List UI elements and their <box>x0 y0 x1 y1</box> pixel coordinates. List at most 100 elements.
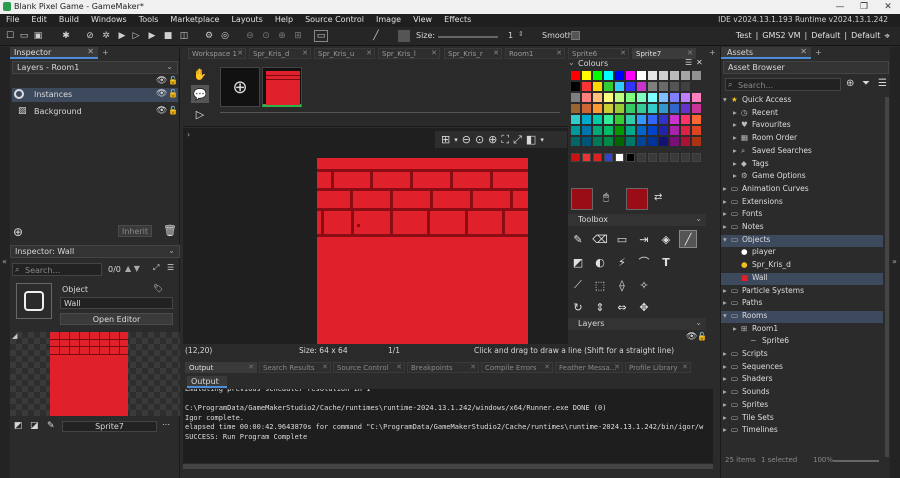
tab-close-icon[interactable]: ✕ <box>556 49 562 57</box>
lasso-icon[interactable]: ⟠ <box>613 276 631 294</box>
new-icon[interactable]: ☐ <box>4 30 16 42</box>
package-icon[interactable]: ◫ <box>178 30 190 42</box>
output-tab-source-control[interactable]: Source Control ✕ <box>333 362 405 373</box>
chevron-down-icon[interactable]: ▾ <box>723 95 731 104</box>
assets-close-icon[interactable]: ✕ <box>800 47 807 56</box>
assets-menu-icon[interactable]: ☰ <box>878 78 887 89</box>
collapse-icon[interactable]: ⌄ <box>568 58 575 67</box>
tree-folder-objects[interactable]: ▾ ▭ Objects <box>721 234 883 247</box>
debug-run-icon[interactable]: ✲ <box>100 30 112 42</box>
chevron-right-icon[interactable]: ▸ <box>723 222 731 231</box>
hand-icon[interactable]: ✋ <box>191 65 209 83</box>
menu-layouts[interactable]: Layouts <box>231 15 262 24</box>
visibility-icon[interactable]: 👁 <box>156 106 167 116</box>
tree-room-sprite6[interactable]: ─ Sprite6 <box>721 336 883 348</box>
colour-swatch[interactable] <box>604 115 613 124</box>
colour-swatch[interactable] <box>604 126 613 135</box>
menu-edit[interactable]: Edit <box>31 15 47 24</box>
colour-swatch[interactable] <box>692 126 701 135</box>
menu-marketplace[interactable]: Marketplace <box>170 15 219 24</box>
sprite-select[interactable]: Sprite7 <box>62 421 157 432</box>
colour-swatch[interactable] <box>659 104 668 113</box>
zoom-in-icon[interactable]: ⊕ <box>276 30 288 42</box>
chevron-right-icon[interactable]: ▸ <box>723 362 731 371</box>
colour-swatch[interactable] <box>670 93 679 102</box>
colour-swatch[interactable] <box>681 137 690 146</box>
colour-swatch[interactable] <box>659 115 668 124</box>
empty-colour-slot[interactable] <box>659 153 668 162</box>
colour-swatch[interactable] <box>615 137 624 146</box>
size-slider[interactable] <box>438 36 498 38</box>
expand-arrow-icon[interactable]: › <box>187 130 190 139</box>
target-icon[interactable]: ◎ <box>219 30 231 42</box>
pencil-tool-icon[interactable]: ╱ <box>370 30 382 42</box>
chevron-right-icon[interactable]: ▸ <box>723 184 731 193</box>
colours-close-icon[interactable]: ✕ <box>696 58 703 67</box>
asset-search-input[interactable]: ⌕ Search... <box>725 78 841 91</box>
tree-folder-tile-sets[interactable]: ▸ ▭ Tile Sets <box>721 413 883 425</box>
menu-build[interactable]: Build <box>59 15 79 24</box>
menu-windows[interactable]: Windows <box>91 15 127 24</box>
colour-swatch[interactable] <box>615 126 624 135</box>
colour-swatch[interactable] <box>659 137 668 146</box>
colour-swatch[interactable] <box>626 71 635 80</box>
gradient-icon[interactable]: ◩ <box>569 253 587 271</box>
chevron-right-icon[interactable]: ▸ <box>723 400 731 409</box>
swap-colours-icon[interactable]: ⇄ <box>654 192 662 203</box>
layer-row-instances[interactable]: Instances 👁 🔓 <box>12 88 178 102</box>
colour-swatch[interactable] <box>593 126 602 135</box>
colour-swatch[interactable] <box>582 93 591 102</box>
recent-colour-swatch[interactable] <box>604 153 613 162</box>
tab-close-icon[interactable]: ✕ <box>302 49 308 57</box>
tree-folder-sprites[interactable]: ▸ ▭ Sprites <box>721 400 883 412</box>
tree-folder-paths[interactable]: ▸ ▭ Paths <box>721 298 883 310</box>
assets-add-tab-icon[interactable]: + <box>815 48 822 57</box>
colour-swatch[interactable] <box>571 71 580 80</box>
tree-folder-scripts[interactable]: ▸ ▭ Scripts <box>721 349 883 361</box>
colour-swatch[interactable] <box>626 104 635 113</box>
chevron-down-icon[interactable]: ⌄ <box>695 214 702 223</box>
colour-swatch[interactable] <box>626 126 635 135</box>
chevron-right-icon[interactable]: ▸ <box>723 374 731 383</box>
clean-icon[interactable]: ⊘ <box>84 30 96 42</box>
target-name[interactable]: Test <box>736 31 752 42</box>
colour-swatch[interactable] <box>593 104 602 113</box>
colour-swatch[interactable] <box>604 71 613 80</box>
layer-row-background[interactable]: ▨ Background 👁 🔓 <box>12 105 178 119</box>
minimize-icon[interactable]: — <box>828 0 852 14</box>
visibility-icon[interactable]: 👁 <box>156 89 167 99</box>
stop-icon[interactable]: ■ <box>162 30 174 42</box>
tree-room-room1[interactable]: ▸ ⊞ Room1 <box>721 324 883 336</box>
tab-close-icon[interactable]: ✕ <box>237 49 243 57</box>
sprite-options-icon[interactable]: ⋯ <box>162 420 170 429</box>
colour-swatch[interactable] <box>615 104 624 113</box>
canvas-area[interactable]: › ⊞ ▾ ⊖ ⊙ ⊕ ⛶ ⤢ ◧ ▾ <box>183 128 568 344</box>
add-frame-button[interactable]: ⊕ <box>220 67 260 107</box>
size-value[interactable]: 1 <box>508 31 513 40</box>
vm-name[interactable]: GMS2 VM <box>762 31 800 42</box>
tree-recent[interactable]: ▸ ◷ Recent <box>721 108 883 120</box>
menu-source-control[interactable]: Source Control <box>305 15 364 24</box>
arrow-up-icon[interactable]: ▲ ▼ <box>125 264 140 273</box>
inspector-add-tab-icon[interactable]: + <box>102 48 109 57</box>
add-layer-icon[interactable]: ⊕ <box>13 225 23 239</box>
menu-effects[interactable]: Effects <box>444 15 471 24</box>
chevron-right-icon[interactable]: ▸ <box>733 133 741 142</box>
colour-swatch[interactable] <box>615 82 624 91</box>
add-asset-icon[interactable]: ⊕ <box>846 78 854 89</box>
colour-swatch[interactable] <box>582 137 591 146</box>
config-1[interactable]: Default <box>811 31 840 42</box>
move-icon[interactable]: ✥ <box>635 298 653 316</box>
tree-object-wall[interactable]: ■ Wall <box>721 272 883 285</box>
inspector-search-input[interactable]: ⌕ Search... <box>12 263 102 276</box>
colour-swatch[interactable] <box>604 93 613 102</box>
colour-swatch[interactable] <box>659 71 668 80</box>
colour-swatch[interactable] <box>670 82 679 91</box>
tree-game-options[interactable]: ▸ ⚙ Game Options <box>721 171 883 183</box>
colours-menu-icon[interactable]: ☰ <box>685 58 692 67</box>
lock-icon[interactable]: 🔓 <box>168 106 178 115</box>
collapse-left-icon[interactable]: « <box>2 257 7 266</box>
colour-swatch[interactable] <box>637 126 646 135</box>
debug-icon[interactable]: ✱ <box>60 30 72 42</box>
grid-icon[interactable]: ⊞ <box>441 133 450 146</box>
